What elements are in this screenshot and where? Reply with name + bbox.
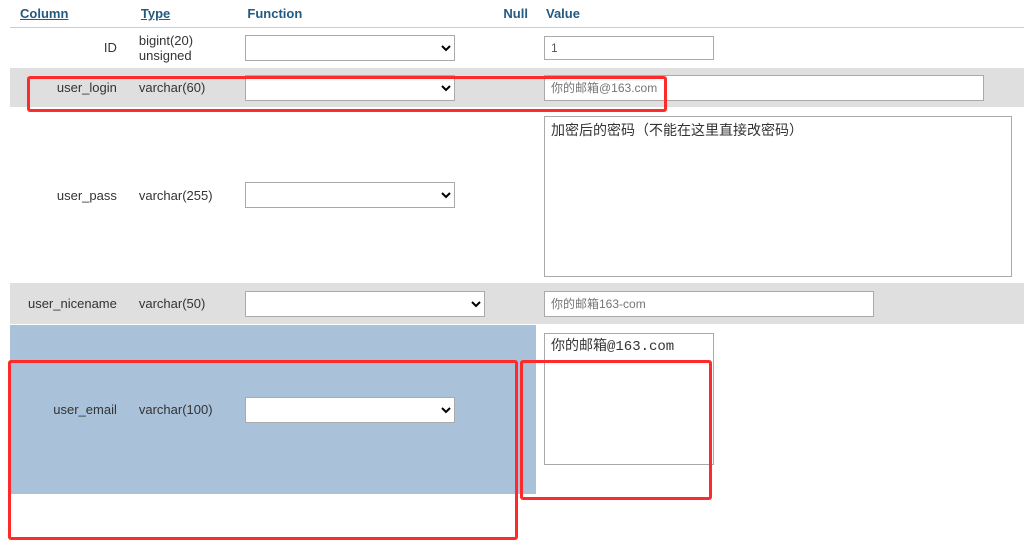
null-cell-id (493, 28, 536, 68)
row-user-login: user_login varchar(60) (10, 68, 1024, 108)
value-textarea-user-email[interactable] (544, 333, 714, 465)
col-name-user-email: user_email (10, 325, 131, 495)
edit-table: Column Type Function Null Value ID bigin… (10, 0, 1024, 495)
value-input-id[interactable] (544, 36, 714, 60)
header-column[interactable]: Column (10, 0, 131, 28)
null-cell-user-nicename (493, 283, 536, 325)
function-select-user-pass[interactable] (245, 182, 455, 208)
function-select-user-login[interactable] (245, 75, 455, 101)
col-type-user-login: varchar(60) (131, 68, 238, 108)
header-function[interactable]: Function (237, 0, 493, 28)
col-name-id: ID (10, 28, 131, 68)
value-input-user-login[interactable] (544, 75, 984, 101)
null-cell-user-email (493, 325, 536, 495)
col-name-user-login: user_login (10, 68, 131, 108)
row-user-nicename: user_nicename varchar(50) (10, 283, 1024, 325)
row-user-pass: user_pass varchar(255) (10, 108, 1024, 283)
row-user-email: user_email varchar(100) (10, 325, 1024, 495)
col-type-user-pass: varchar(255) (131, 108, 238, 283)
col-name-user-nicename: user_nicename (10, 283, 131, 325)
col-type-user-nicename: varchar(50) (131, 283, 238, 325)
function-select-user-nicename[interactable] (245, 291, 485, 317)
col-type-user-email: varchar(100) (131, 325, 238, 495)
row-id: ID bigint(20) unsigned (10, 28, 1024, 68)
header-row: Column Type Function Null Value (10, 0, 1024, 28)
value-textarea-user-pass[interactable] (544, 116, 1012, 277)
col-name-user-pass: user_pass (10, 108, 131, 283)
null-cell-user-login (493, 68, 536, 108)
header-type[interactable]: Type (131, 0, 238, 28)
col-type-id: bigint(20) unsigned (131, 28, 238, 68)
null-cell-user-pass (493, 108, 536, 283)
function-select-user-email[interactable] (245, 397, 455, 423)
value-input-user-nicename[interactable] (544, 291, 874, 317)
header-value[interactable]: Value (536, 0, 1024, 28)
function-select-id[interactable] (245, 35, 455, 61)
header-null[interactable]: Null (493, 0, 536, 28)
